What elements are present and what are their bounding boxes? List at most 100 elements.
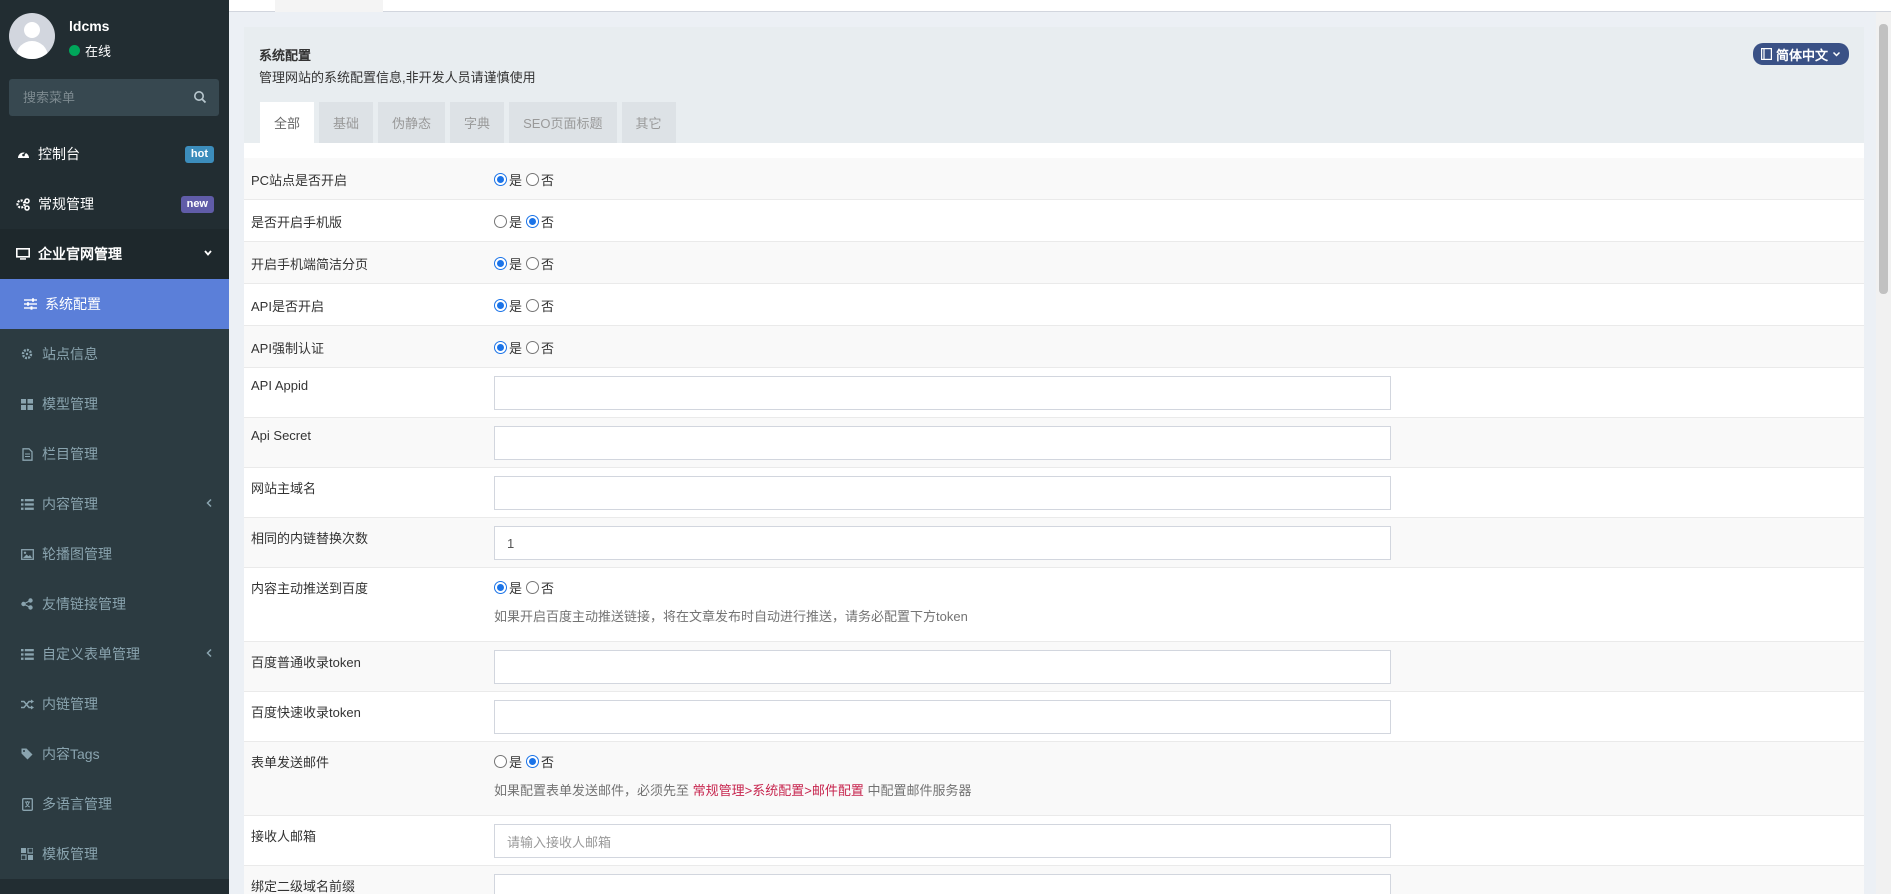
form-row-api-auth: API强制认证 是 否 xyxy=(244,326,1864,368)
sidebar-item-model[interactable]: 模型管理 xyxy=(0,379,229,429)
sidebar-item-template[interactable]: 模板管理 xyxy=(0,829,229,879)
sidebar-item-dashboard[interactable]: 控制台 hot xyxy=(0,129,229,179)
sidebar: ldcms 在线 控制台 hot 常规管理 new xyxy=(0,0,229,894)
radio-no[interactable] xyxy=(526,755,540,768)
sidebar-item-content[interactable]: 内容管理 xyxy=(0,479,229,529)
sidebar-item-tags[interactable]: 内容Tags xyxy=(0,729,229,779)
sidebar-item-column[interactable]: 栏目管理 xyxy=(0,429,229,479)
field-label: 相同的内链替换次数 xyxy=(251,531,369,546)
field-label: API Appid xyxy=(251,378,309,393)
radio-yes-label: 是 xyxy=(509,215,523,230)
config-panel: 系统配置 管理网站的系统配置信息,非开发人员请谨慎使用 简体中文 全部 基础 伪… xyxy=(244,27,1864,894)
radio-yes[interactable] xyxy=(494,581,507,594)
form-row-baidu-fast-token: 百度快速收录token xyxy=(244,692,1864,742)
tab-basic[interactable]: 基础 xyxy=(319,102,374,143)
field-label: 是否开启手机版 xyxy=(251,215,343,230)
sidebar-item-friend-links[interactable]: 友情链接管理 xyxy=(0,579,229,629)
chevron-left-icon xyxy=(205,497,213,511)
radio-no[interactable] xyxy=(526,257,540,270)
language-label: 简体中文 xyxy=(1775,47,1828,63)
sidebar-item-label: 内链管理 xyxy=(42,696,98,712)
panel-header: 系统配置 管理网站的系统配置信息,非开发人员请谨慎使用 简体中文 全部 基础 伪… xyxy=(244,27,1864,143)
field-label: 百度普通收录token xyxy=(251,655,361,670)
sidebar-item-label: 内容Tags xyxy=(42,746,100,762)
radio-yes-label: 是 xyxy=(509,173,523,188)
user-panel: ldcms 在线 xyxy=(0,0,229,72)
sidebar-item-site-info[interactable]: 站点信息 xyxy=(0,329,229,379)
tab-seo-title[interactable]: SEO页面标题 xyxy=(509,102,617,143)
tab-other[interactable]: 其它 xyxy=(621,102,676,143)
link-replace-input[interactable]: 1 xyxy=(494,526,1391,560)
scrollbar-thumb[interactable] xyxy=(1879,24,1888,294)
radio-yes[interactable] xyxy=(494,755,507,768)
mobile-radio-group: 是 否 xyxy=(494,212,558,231)
radio-no[interactable] xyxy=(526,173,540,186)
page-tab[interactable] xyxy=(275,0,383,12)
sidebar-item-enterprise[interactable]: 企业官网管理 xyxy=(0,229,229,279)
radio-yes[interactable] xyxy=(494,257,507,270)
book-icon xyxy=(1760,48,1772,60)
form-row-subdomain-prefix: 绑定二级域名前缀 xyxy=(244,866,1864,894)
main-domain-input[interactable] xyxy=(494,476,1391,510)
tags-icon xyxy=(20,747,34,761)
sidebar-item-carousel[interactable]: 轮播图管理 xyxy=(0,529,229,579)
sidebar-item-label: 轮播图管理 xyxy=(42,546,112,562)
receiver-email-input[interactable]: 请输入接收人邮箱 xyxy=(494,824,1391,858)
mail-config-link[interactable]: 常规管理>系统配置>邮件配置 xyxy=(693,783,864,798)
form-row-link-replace: 相同的内链替换次数 1 xyxy=(244,518,1864,568)
search-input[interactable] xyxy=(9,79,189,116)
radio-yes-label: 是 xyxy=(509,755,523,770)
tab-rewrite[interactable]: 伪静态 xyxy=(378,102,446,143)
form-row-baidu-push: 内容主动推送到百度 是 否 如果开启百度主动推送链接，将在文章发布时自动进行推送… xyxy=(244,568,1864,642)
radio-no[interactable] xyxy=(526,581,540,594)
desktop-icon xyxy=(16,247,30,261)
field-label: 百度快速收录token xyxy=(251,705,361,720)
search-icon[interactable] xyxy=(193,90,207,104)
api-appid-input[interactable] xyxy=(494,376,1391,410)
list-icon xyxy=(20,497,34,511)
new-badge: new xyxy=(180,196,214,213)
enterprise-submenu: 系统配置 站点信息 模型管理 栏目管理 内容管理 轮播图管理 友情链接管理 自定… xyxy=(0,279,229,879)
page-scrollbar[interactable] xyxy=(1876,12,1891,894)
sidebar-item-general[interactable]: 常规管理 new xyxy=(0,179,229,229)
chevron-down-icon xyxy=(203,247,213,261)
radio-yes[interactable] xyxy=(494,215,507,228)
radio-no[interactable] xyxy=(526,299,540,312)
radio-yes[interactable] xyxy=(494,341,507,354)
radio-no[interactable] xyxy=(526,215,540,228)
sliders-icon xyxy=(23,297,37,311)
radio-yes-label: 是 xyxy=(509,341,523,356)
sidebar-item-label: 多语言管理 xyxy=(42,796,112,812)
field-label: 内容主动推送到百度 xyxy=(251,581,369,596)
radio-no[interactable] xyxy=(526,341,540,354)
top-tab-bar xyxy=(229,0,1891,12)
tab-dictionary[interactable]: 字典 xyxy=(450,102,505,143)
sidebar-item-system-config[interactable]: 系统配置 xyxy=(0,279,229,329)
radio-yes[interactable] xyxy=(494,299,507,312)
share-icon xyxy=(20,597,34,611)
radio-no-label: 否 xyxy=(541,299,555,314)
api-secret-input[interactable] xyxy=(494,426,1391,460)
sidebar-item-label: 站点信息 xyxy=(42,346,98,362)
user-status-label: 在线 xyxy=(85,44,112,59)
baidu-fast-token-input[interactable] xyxy=(494,700,1391,734)
field-label: Api Secret xyxy=(251,428,311,443)
sidebar-item-custom-form[interactable]: 自定义表单管理 xyxy=(0,629,229,679)
subdomain-prefix-input[interactable] xyxy=(494,874,1391,894)
grid-icon xyxy=(20,397,34,411)
sidebar-item-label: 内容管理 xyxy=(42,496,98,512)
language-switch-button[interactable]: 简体中文 xyxy=(1752,43,1849,65)
field-label: 开启手机端简洁分页 xyxy=(251,257,369,272)
sidebar-item-language[interactable]: 多语言管理 xyxy=(0,779,229,829)
sidebar-item-inner-link[interactable]: 内链管理 xyxy=(0,679,229,729)
baidu-normal-token-input[interactable] xyxy=(494,650,1391,684)
tab-all[interactable]: 全部 xyxy=(260,102,315,143)
hot-badge: hot xyxy=(184,146,214,163)
gear-icon xyxy=(20,347,34,361)
config-form: PC站点是否开启 是 否 是否开启手机版 是 否 开启手机端简洁分页 是 否 A… xyxy=(244,158,1864,894)
form-row-api-appid: API Appid xyxy=(244,368,1864,418)
radio-yes[interactable] xyxy=(494,173,507,186)
chevron-down-icon xyxy=(1832,51,1841,57)
radio-no-label: 否 xyxy=(541,173,555,188)
radio-yes-label: 是 xyxy=(509,257,523,272)
